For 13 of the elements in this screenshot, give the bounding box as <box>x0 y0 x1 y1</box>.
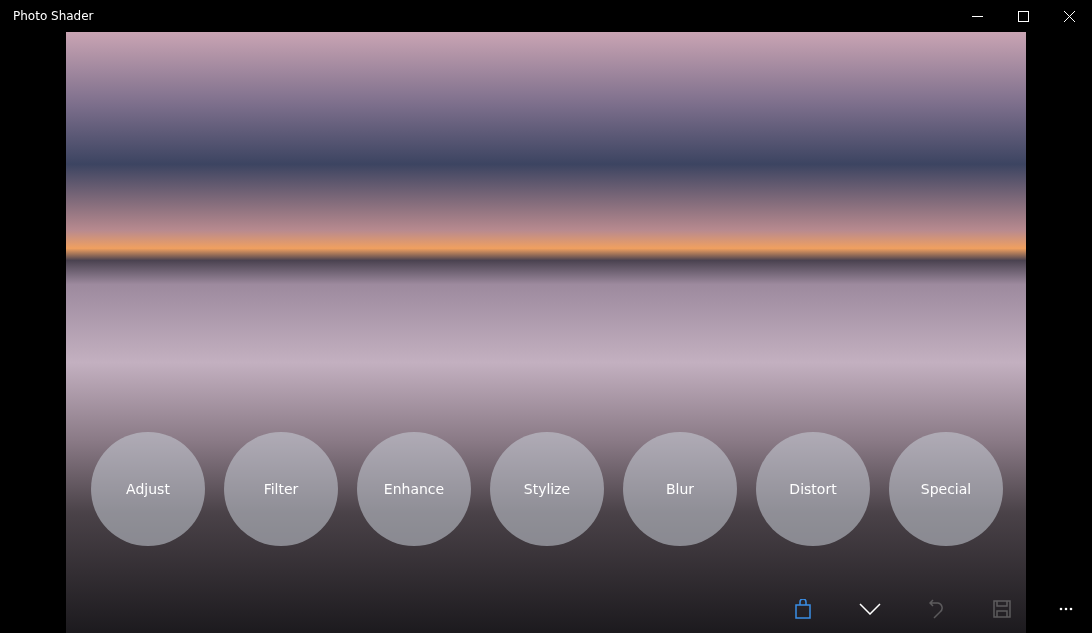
shopping-bag-icon[interactable] <box>795 599 811 619</box>
category-button[interactable]: Filter <box>224 432 338 546</box>
close-icon <box>1063 10 1075 22</box>
category-button[interactable]: Adjust <box>91 432 205 546</box>
category-button[interactable]: Distort <box>756 432 870 546</box>
chevron-down-icon[interactable] <box>859 603 881 615</box>
window-title: Photo Shader <box>12 9 94 23</box>
category-button[interactable]: Blur <box>623 432 737 546</box>
category-button[interactable]: Special <box>889 432 1003 546</box>
category-button[interactable]: Enhance <box>357 432 471 546</box>
category-button[interactable]: Stylize <box>490 432 604 546</box>
maximize-icon <box>1017 10 1029 22</box>
more-icon[interactable] <box>1059 607 1073 611</box>
